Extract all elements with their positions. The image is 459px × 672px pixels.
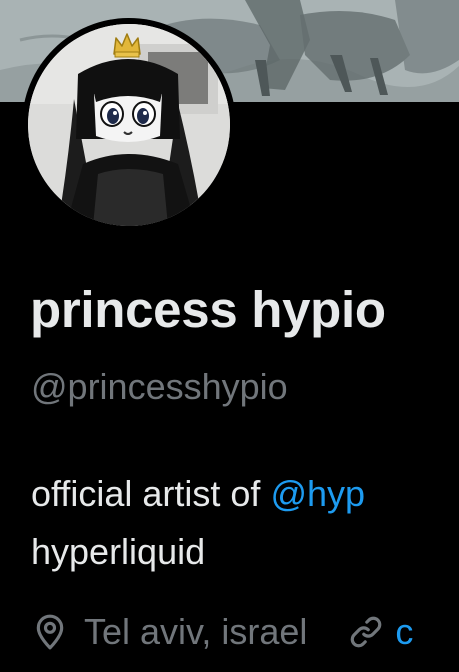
location-text: Tel aviv, israel: [84, 611, 308, 652]
bio-line-2: hyperliquid: [31, 531, 206, 572]
location-item: Tel aviv, israel: [30, 611, 307, 653]
link-icon: [351, 616, 382, 648]
bio-mention-link[interactable]: @hyp: [270, 473, 365, 514]
bio-line-1: official artist of @hyp: [31, 465, 365, 523]
location-pin-icon: [36, 614, 64, 650]
profile-meta-row: Tel aviv, israel c: [30, 607, 413, 657]
profile-page: princess hypio @princesshypio official a…: [0, 0, 459, 672]
username-handle: @princesshypio: [31, 366, 288, 407]
display-name: princess hypio: [30, 281, 386, 338]
bio: official artist of @hyp hyperliquid: [31, 465, 365, 581]
bio-text: official artist of: [31, 473, 271, 514]
website-link-text[interactable]: c: [395, 611, 413, 653]
crown-icon: [113, 33, 141, 58]
website-link-item[interactable]: c: [347, 611, 413, 653]
